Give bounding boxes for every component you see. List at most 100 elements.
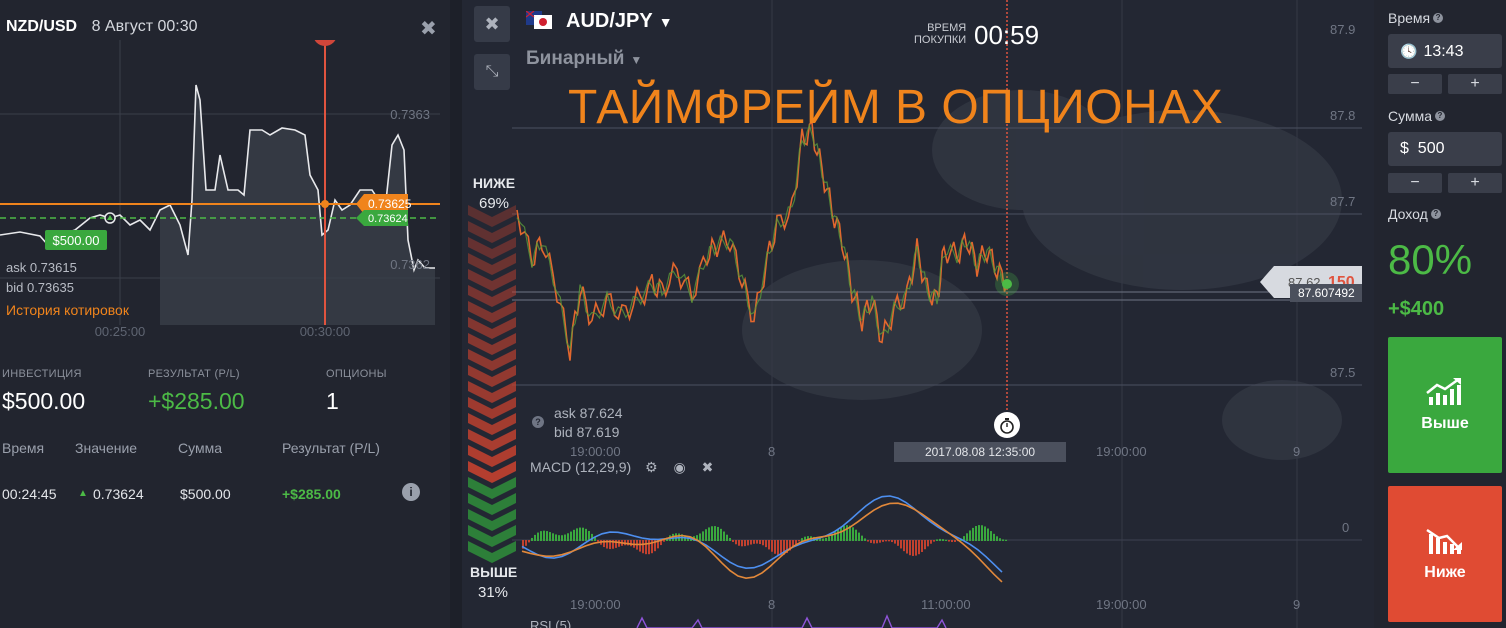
macd-histogram-bar xyxy=(777,540,779,556)
purchase-timer: 00:59 xyxy=(974,20,1040,50)
info-icon[interactable]: i xyxy=(402,483,420,501)
orange-price-text: 0.73625 xyxy=(368,197,412,211)
strike-amount-tag: $500.00 xyxy=(45,230,107,250)
macd-histogram-bar xyxy=(825,537,827,541)
stat-value: 1 xyxy=(326,388,339,414)
collapse-icon[interactable]: ⤡ xyxy=(474,54,510,90)
eye-icon[interactable]: ◉ xyxy=(674,459,686,475)
macd-histogram-bar xyxy=(924,540,926,550)
deal-result: +$285.00 xyxy=(282,486,341,502)
main-ask: ask 87.624 xyxy=(554,405,623,421)
col-header: Значение xyxy=(75,440,138,456)
help-icon[interactable]: ? xyxy=(1433,13,1444,23)
time-increase-button[interactable]: + xyxy=(1448,74,1502,94)
strike-price-text: 87.607492 xyxy=(1298,286,1355,300)
macd-histogram-bar xyxy=(741,540,743,547)
macd-histogram-bar xyxy=(762,540,764,546)
macd-histogram-bar xyxy=(585,528,587,541)
amount-increase-button[interactable]: + xyxy=(1448,173,1502,193)
rsi-label: RSI (5) xyxy=(530,618,572,628)
put-label: Ниже xyxy=(1424,564,1466,581)
macd-histogram-bar xyxy=(879,540,881,543)
macd-histogram-bar xyxy=(639,540,641,552)
macd-histogram-bar xyxy=(981,525,983,541)
macd-histogram-bar xyxy=(582,527,584,541)
macd-zero-level: 0 xyxy=(1342,520,1350,535)
macd-histogram-bar xyxy=(555,534,557,541)
payout-percent: 80% xyxy=(1388,236,1473,283)
macd-histogram-bar xyxy=(918,540,920,555)
macd-histogram-bar xyxy=(852,527,854,541)
macd-histogram-bar xyxy=(858,532,860,541)
option-type-selector[interactable]: Бинарный ▼ xyxy=(526,48,642,70)
deal-time: 00:24:45 xyxy=(2,486,57,502)
macd-histogram-bar xyxy=(531,537,533,541)
macd-histogram-bar xyxy=(714,526,716,541)
macd-histogram-bar xyxy=(984,526,986,541)
quote-history-link[interactable]: История котировок xyxy=(6,302,130,318)
amount-decrease-button[interactable]: − xyxy=(1388,173,1442,193)
main-chart-area[interactable]: 87.62 150 87.607492 ✖ ⤡ AUD/JPY ▼ Бинарны… xyxy=(462,0,1374,628)
help-icon[interactable]: ? xyxy=(1435,111,1445,121)
macd-histogram-bar xyxy=(528,540,530,543)
chevron-down-icon: ▼ xyxy=(630,53,643,67)
macd-histogram-bar xyxy=(936,539,938,541)
call-button[interactable]: Выше xyxy=(1388,337,1502,473)
macd-histogram-bar xyxy=(939,538,941,541)
macd-histogram-bar xyxy=(543,530,545,541)
chevron-down-icon: ▼ xyxy=(658,14,673,30)
stopwatch-icon xyxy=(994,412,1020,438)
macd-histogram-bar xyxy=(987,528,989,541)
time-axis-label: 19:00:00 xyxy=(570,444,621,459)
macd-histogram-bar xyxy=(867,540,869,542)
macd-histogram-bar xyxy=(525,540,527,546)
macd-histogram-bar xyxy=(798,540,800,542)
macd-label: MACD (12,29,9) xyxy=(530,459,632,475)
up-arrow-icon: ▲ xyxy=(78,488,88,499)
time-field-label: Время? xyxy=(1388,10,1444,26)
macd-histogram-bar xyxy=(915,540,917,556)
macd-histogram-bar xyxy=(840,527,842,541)
help-icon[interactable]: ? xyxy=(532,416,544,428)
put-button[interactable]: Ниже xyxy=(1388,486,1502,622)
amount-input[interactable]: $ 500 xyxy=(1388,132,1502,166)
expiry-datetime: 2017.08.08 12:35:00 xyxy=(894,442,1066,462)
stat-value: $500.00 xyxy=(2,388,86,414)
close-icon[interactable]: ✖ xyxy=(702,459,714,475)
macd-histogram-bar xyxy=(897,540,899,546)
macd-histogram-bar xyxy=(903,540,905,552)
time-axis-label: 19:00:00 xyxy=(570,597,621,612)
macd-histogram-bar xyxy=(978,525,980,541)
time-decrease-button[interactable]: − xyxy=(1388,74,1442,94)
deal-amount: $500.00 xyxy=(180,486,231,502)
macd-histogram-bar xyxy=(753,540,755,544)
stat-value: +$285.00 xyxy=(148,388,245,414)
close-icon[interactable]: ✖ xyxy=(420,16,437,41)
macd-histogram-bar xyxy=(885,540,887,542)
amount-label-text: Сумма xyxy=(1388,108,1432,124)
macd-histogram-bar xyxy=(717,526,719,541)
macd-histogram-bar xyxy=(1005,539,1007,541)
asset-selector[interactable]: AUD/JPY ▼ xyxy=(525,10,673,33)
macd-histogram-bar xyxy=(729,537,731,541)
macd-histogram-bar xyxy=(942,539,944,541)
main-bid: bid 87.619 xyxy=(554,424,620,440)
green-price-tag: 0.73624 xyxy=(356,210,408,226)
macd-histogram-bar xyxy=(732,540,734,542)
macd-histogram-bar xyxy=(567,533,569,541)
expiry-time-input[interactable]: 🕓 13:43 xyxy=(1388,34,1502,68)
macd-histogram-bar xyxy=(996,536,998,541)
help-icon[interactable]: ? xyxy=(1430,209,1441,219)
trend-down-icon xyxy=(1426,528,1462,554)
gear-icon[interactable]: ⚙ xyxy=(645,459,658,475)
price-level: 87.7 xyxy=(1330,194,1356,209)
macd-histogram-bar xyxy=(951,540,953,543)
macd-histogram-bar xyxy=(888,540,890,542)
close-icon[interactable]: ✖ xyxy=(474,6,510,42)
stat-investment: ИНВЕСТИЦИЯ $500.00 xyxy=(2,368,85,415)
purchase-label-line: ВРЕМЯ xyxy=(927,22,967,34)
main-ask-bid: ask 87.624 bid 87.619 xyxy=(554,404,623,442)
macd-histogram-bar xyxy=(771,540,773,552)
macd-histogram-bar xyxy=(579,527,581,541)
clock-icon: 🕓 xyxy=(1400,43,1418,59)
